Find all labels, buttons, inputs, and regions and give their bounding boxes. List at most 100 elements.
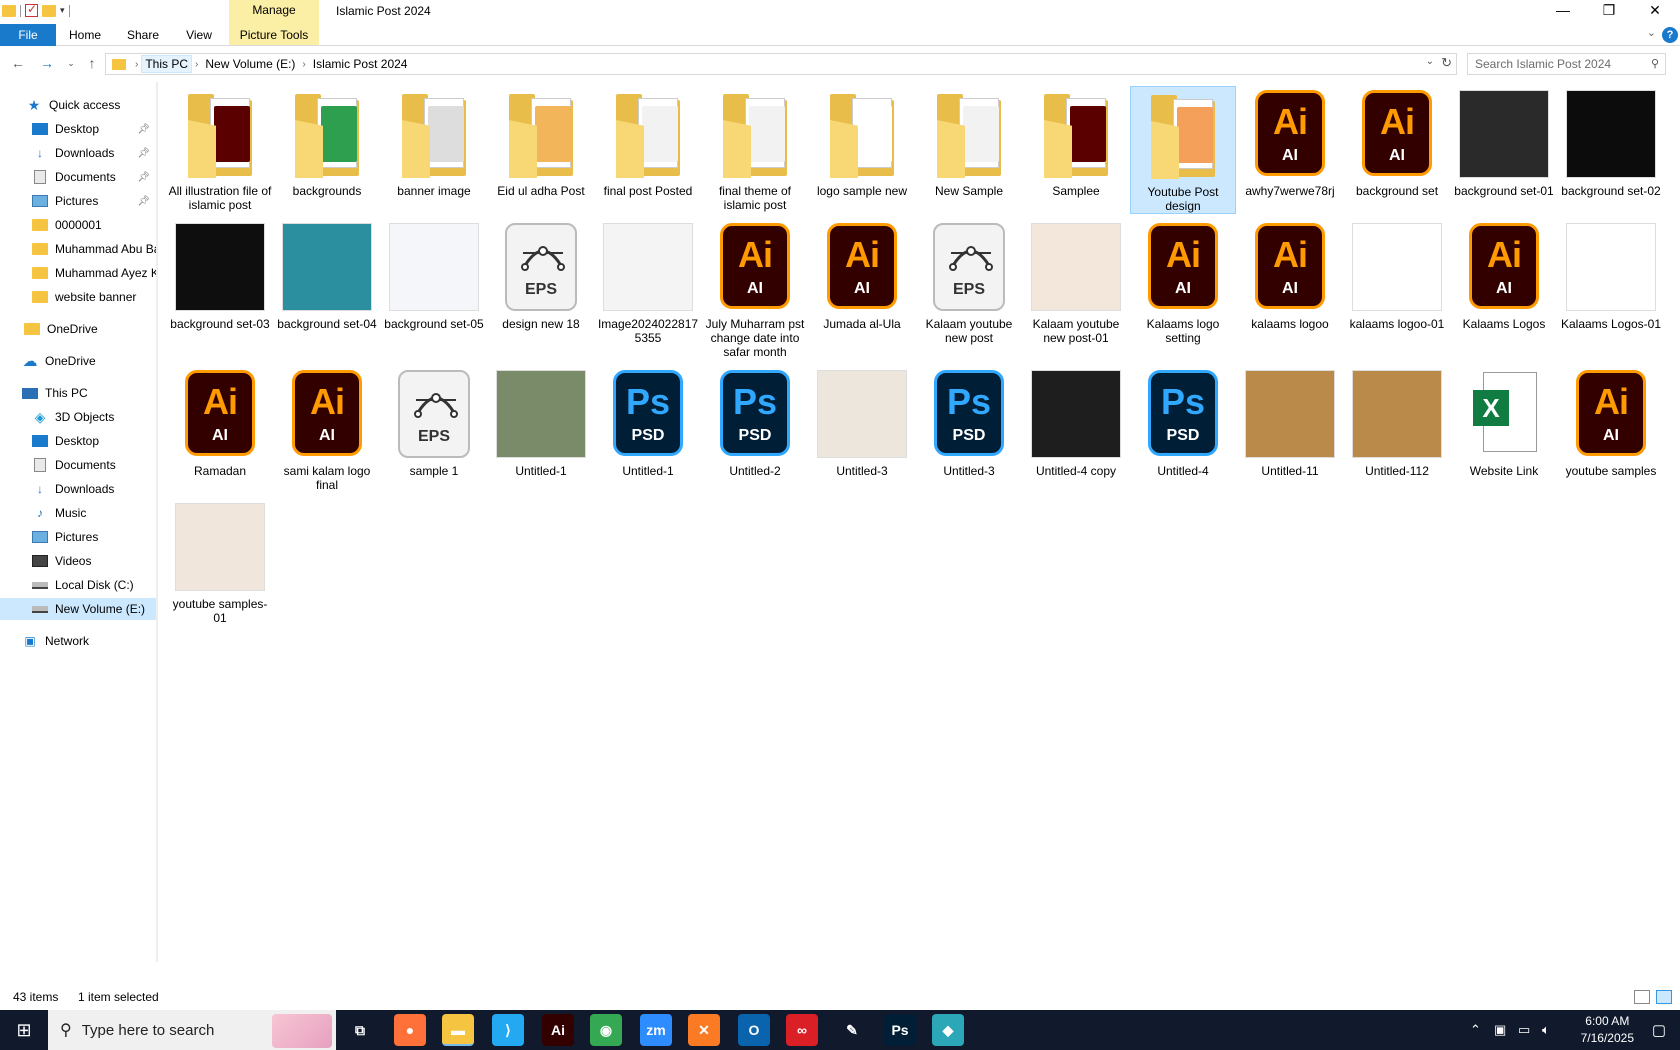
file-item[interactable]: youtube samples-01 <box>167 499 273 627</box>
device-icon[interactable]: ▣ <box>1494 1022 1506 1038</box>
tab-view[interactable]: View <box>176 24 222 46</box>
taskbar-other-app-icon[interactable]: ◆ <box>932 1014 964 1046</box>
file-item[interactable]: Ai AI Kalaams logo setting <box>1130 219 1236 347</box>
pin-icon[interactable]: 📌︎ <box>137 172 150 183</box>
new-folder-icon[interactable] <box>42 4 56 17</box>
sidebar-item-website-banner[interactable]: website banner <box>0 286 156 308</box>
sidebar-item-videos[interactable]: Videos <box>0 550 156 572</box>
taskbar-firefox-icon[interactable]: ● <box>394 1014 426 1046</box>
file-item[interactable]: Ai AI sami kalam logo final <box>274 366 380 494</box>
sidebar-item-muhammad-ayez-k[interactable]: Muhammad Ayez K <box>0 262 156 284</box>
file-item[interactable]: Untitled-11 <box>1237 366 1343 494</box>
help-icon[interactable]: ? <box>1662 27 1678 43</box>
sidebar-item-onedrive[interactable]: OneDrive <box>0 318 156 340</box>
sidebar-item-3d-objects[interactable]: ◈ 3D Objects <box>0 406 156 428</box>
system-clock[interactable]: 6:00 AM 7/16/2025 <box>1581 1013 1634 1047</box>
file-item[interactable]: Untitled-4 copy <box>1023 366 1129 494</box>
sidebar-item-0000001[interactable]: 0000001 <box>0 214 156 236</box>
sidebar-item-quick-access[interactable]: ★ Quick access <box>0 94 156 116</box>
file-item[interactable]: kalaams logoo-01 <box>1344 219 1450 347</box>
file-item[interactable]: Samplee <box>1023 86 1129 214</box>
sidebar-item-onedrive[interactable]: ☁ OneDrive <box>0 350 156 372</box>
taskbar-file-explorer-icon[interactable]: ▬ <box>442 1014 474 1046</box>
customize-dropdown-icon[interactable]: ▾ <box>60 5 65 16</box>
file-item[interactable]: Kalaam youtube new post-01 <box>1023 219 1129 347</box>
file-item[interactable]: All illustration file of islamic post <box>167 86 273 214</box>
file-item[interactable]: Untitled-3 <box>809 366 915 494</box>
details-view-icon[interactable] <box>1634 990 1650 1004</box>
address-dropdown-icon[interactable]: ⌄ <box>1426 56 1434 67</box>
taskbar-pen-tool-icon[interactable]: ✎ <box>836 1014 868 1046</box>
volume-icon[interactable]: 🔈︎ <box>1542 1022 1550 1038</box>
file-item[interactable]: final post Posted <box>595 86 701 214</box>
file-item[interactable]: Ps PSD Untitled-4 <box>1130 366 1236 494</box>
file-item[interactable]: Ai AI background set <box>1344 86 1450 214</box>
sidebar-item-pictures[interactable]: Pictures 📌︎ <box>0 190 156 212</box>
file-item[interactable]: Ps PSD Untitled-3 <box>916 366 1022 494</box>
file-item[interactable]: Ai AI Jumada al-Ula <box>809 219 915 347</box>
tab-home[interactable]: Home <box>62 24 108 46</box>
file-item[interactable]: Ps PSD Untitled-2 <box>702 366 808 494</box>
taskbar-task-view-icon[interactable]: ⧉ <box>344 1014 376 1046</box>
taskbar-chrome-icon[interactable]: ◉ <box>590 1014 622 1046</box>
file-item[interactable]: Ai AI Kalaams Logos <box>1451 219 1557 347</box>
taskbar-creative-cloud-icon[interactable]: ∞ <box>786 1014 818 1046</box>
file-item[interactable]: background set-02 <box>1558 86 1664 214</box>
tab-file[interactable]: File <box>0 24 56 46</box>
file-item[interactable]: EPS sample 1 <box>381 366 487 494</box>
file-item[interactable]: background set-03 <box>167 219 273 347</box>
sidebar-item-this-pc[interactable]: This PC <box>0 382 156 404</box>
chevron-right-icon[interactable]: › <box>192 59 201 70</box>
sidebar-item-pictures[interactable]: Pictures <box>0 526 156 548</box>
properties-icon[interactable] <box>25 2 38 17</box>
pin-icon[interactable]: 📌︎ <box>137 124 150 135</box>
file-item[interactable]: logo sample new <box>809 86 915 214</box>
windows-start-icon[interactable]: ⊞ <box>0 1010 48 1050</box>
notification-center-icon[interactable]: ▢ <box>1652 1021 1666 1039</box>
up-icon[interactable]: ↑ <box>83 54 101 72</box>
folder-icon[interactable] <box>2 4 16 17</box>
file-item[interactable]: Image20240228175355 <box>595 219 701 347</box>
forward-icon[interactable]: → <box>38 54 56 72</box>
maximize-button[interactable]: ❐ <box>1586 0 1632 22</box>
file-item[interactable]: background set-04 <box>274 219 380 347</box>
file-item[interactable]: Ai AI awhy7werwe78rj <box>1237 86 1343 214</box>
file-item[interactable]: New Sample <box>916 86 1022 214</box>
sidebar-scrollbar[interactable] <box>156 82 158 962</box>
file-item[interactable]: EPS design new 18 <box>488 219 594 347</box>
address-bar[interactable]: › This PC › New Volume (E:) › Islamic Po… <box>105 53 1457 75</box>
recent-locations-icon[interactable]: ⌄ <box>62 54 80 72</box>
sidebar-item-downloads[interactable]: ↓ Downloads <box>0 478 156 500</box>
sidebar-item-network[interactable]: ▣ Network <box>0 630 156 652</box>
sidebar-item-new-volume-e[interactable]: New Volume (E:) <box>0 598 156 620</box>
minimize-button[interactable]: — <box>1540 0 1586 22</box>
taskbar-search-box[interactable]: ⚲ Type here to search <box>48 1010 336 1050</box>
pin-icon[interactable]: 📌︎ <box>137 196 150 207</box>
file-item[interactable]: Untitled-1 <box>488 366 594 494</box>
file-item[interactable]: banner image <box>381 86 487 214</box>
file-item[interactable]: Youtube Post design <box>1130 86 1236 214</box>
close-button[interactable]: ✕ <box>1632 0 1678 22</box>
file-item[interactable]: Kalaams Logos-01 <box>1558 219 1664 347</box>
file-item[interactable]: Eid ul adha Post <box>488 86 594 214</box>
file-item[interactable]: Ps PSD Untitled-1 <box>595 366 701 494</box>
expand-ribbon-icon[interactable]: ⌄ <box>1647 26 1656 39</box>
file-item[interactable]: background set-01 <box>1451 86 1557 214</box>
tab-share[interactable]: Share <box>120 24 166 46</box>
file-item[interactable]: Ai AI kalaams logoo <box>1237 219 1343 347</box>
file-item[interactable]: backgrounds <box>274 86 380 214</box>
pin-icon[interactable]: 📌︎ <box>137 148 150 159</box>
file-item[interactable]: Ai AI youtube samples <box>1558 366 1664 494</box>
taskbar-vscode-icon[interactable]: ⟩ <box>492 1014 524 1046</box>
file-item[interactable]: final theme of islamic post <box>702 86 808 214</box>
breadcrumb-this-pc[interactable]: This PC <box>141 55 193 73</box>
taskbar-illustrator-icon[interactable]: Ai <box>542 1014 574 1046</box>
tab-picture-tools[interactable]: Picture Tools <box>229 24 319 46</box>
sidebar-item-documents[interactable]: Documents <box>0 454 156 476</box>
sidebar-item-music[interactable]: ♪ Music <box>0 502 156 524</box>
file-item[interactable]: background set-05 <box>381 219 487 347</box>
sidebar-item-downloads[interactable]: ↓ Downloads 📌︎ <box>0 142 156 164</box>
sidebar-item-local-disk-c[interactable]: Local Disk (C:) <box>0 574 156 596</box>
taskbar-outlook-icon[interactable]: O <box>738 1014 770 1046</box>
refresh-icon[interactable]: ↻ <box>1441 55 1452 71</box>
